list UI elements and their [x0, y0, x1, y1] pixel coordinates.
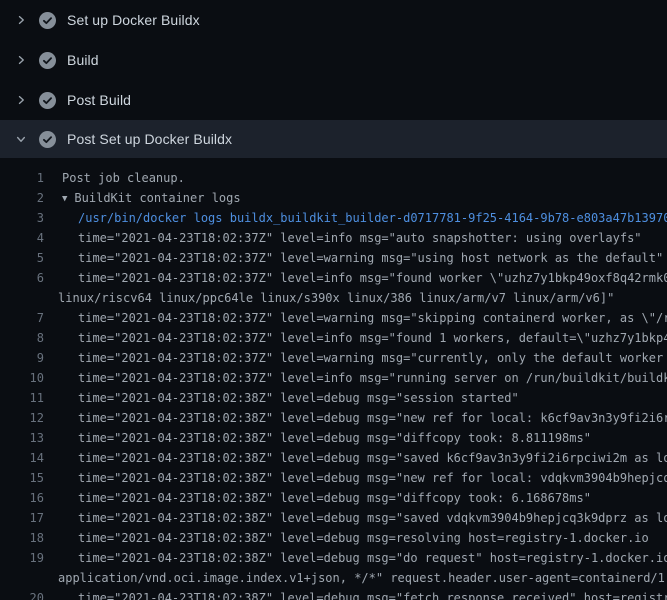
log-text: Post job cleanup. [44, 168, 667, 188]
workflow-logs-panel: Set up Docker Buildx Build P [0, 0, 667, 600]
log-line: 20 time="2021-04-23T18:02:38Z" level=deb… [0, 588, 667, 600]
log-line: 6 time="2021-04-23T18:02:37Z" level=info… [0, 268, 667, 288]
log-line: 12 time="2021-04-23T18:02:38Z" level=deb… [0, 408, 667, 428]
log-line: 19 time="2021-04-23T18:02:38Z" level=deb… [0, 548, 667, 568]
line-number[interactable] [0, 568, 44, 588]
log-text: /usr/bin/docker logs buildx_buildkit_bui… [44, 208, 667, 228]
line-number[interactable]: 18 [0, 528, 44, 548]
log-line: 4 time="2021-04-23T18:02:37Z" level=info… [0, 228, 667, 248]
check-circle-icon [39, 92, 56, 109]
log-text: time="2021-04-23T18:02:38Z" level=debug … [44, 508, 667, 528]
log-line: 13 time="2021-04-23T18:02:38Z" level=deb… [0, 428, 667, 448]
log-line: 11 time="2021-04-23T18:02:38Z" level=deb… [0, 388, 667, 408]
log-text: ▼ BuildKit container logs [44, 188, 667, 208]
line-number[interactable]: 11 [0, 388, 44, 408]
chevron-right-icon[interactable] [14, 14, 28, 26]
chevron-right-icon[interactable] [14, 94, 28, 106]
log-line: 14 time="2021-04-23T18:02:38Z" level=deb… [0, 448, 667, 468]
line-number[interactable]: 7 [0, 308, 44, 328]
chevron-down-icon[interactable] [14, 133, 28, 145]
log-line: 16 time="2021-04-23T18:02:38Z" level=deb… [0, 488, 667, 508]
log-text: time="2021-04-23T18:02:37Z" level=warnin… [44, 308, 667, 328]
log-text: time="2021-04-23T18:02:38Z" level=debug … [44, 468, 667, 488]
step-label: Set up Docker Buildx [67, 12, 200, 28]
log-text: linux/riscv64 linux/ppc64le linux/s390x … [44, 288, 667, 308]
line-number[interactable]: 1 [0, 168, 44, 188]
line-number[interactable]: 17 [0, 508, 44, 528]
line-number[interactable]: 10 [0, 368, 44, 388]
log-line: 3 /usr/bin/docker logs buildx_buildkit_b… [0, 208, 667, 228]
log-line: 2 ▼ BuildKit container logs [0, 188, 667, 208]
log-text: time="2021-04-23T18:02:38Z" level=debug … [44, 428, 667, 448]
line-number[interactable]: 5 [0, 248, 44, 268]
log-text: time="2021-04-23T18:02:38Z" level=debug … [44, 488, 667, 508]
line-number[interactable]: 2 [0, 188, 44, 208]
step-label: Build [67, 52, 99, 68]
log-text: time="2021-04-23T18:02:37Z" level=info m… [44, 228, 667, 248]
log-line: 10 time="2021-04-23T18:02:37Z" level=inf… [0, 368, 667, 388]
log-text: application/vnd.oci.image.index.v1+json,… [44, 568, 667, 588]
step-header-build[interactable]: Build [0, 40, 667, 80]
log-text: time="2021-04-23T18:02:37Z" level=warnin… [44, 348, 667, 368]
log-text: time="2021-04-23T18:02:37Z" level=info m… [44, 328, 667, 348]
log-line: 17 time="2021-04-23T18:02:38Z" level=deb… [0, 508, 667, 528]
line-number[interactable]: 6 [0, 268, 44, 288]
chevron-right-icon[interactable] [14, 54, 28, 66]
log-text: time="2021-04-23T18:02:38Z" level=debug … [44, 548, 667, 568]
check-circle-icon [39, 52, 56, 69]
check-circle-icon [39, 131, 56, 148]
log-line: 15 time="2021-04-23T18:02:38Z" level=deb… [0, 468, 667, 488]
log-line: linux/riscv64 linux/ppc64le linux/s390x … [0, 288, 667, 308]
log-text: time="2021-04-23T18:02:37Z" level=warnin… [44, 248, 667, 268]
log-text: time="2021-04-23T18:02:37Z" level=info m… [44, 268, 667, 288]
line-number[interactable]: 3 [0, 208, 44, 228]
log-line: 9 time="2021-04-23T18:02:37Z" level=warn… [0, 348, 667, 368]
line-number[interactable]: 8 [0, 328, 44, 348]
line-number[interactable]: 12 [0, 408, 44, 428]
log-line: 8 time="2021-04-23T18:02:37Z" level=info… [0, 328, 667, 348]
triangle-down-icon[interactable]: ▼ [62, 189, 67, 208]
log-line: application/vnd.oci.image.index.v1+json,… [0, 568, 667, 588]
line-number[interactable]: 16 [0, 488, 44, 508]
log-text: time="2021-04-23T18:02:38Z" level=debug … [44, 448, 667, 468]
line-number[interactable] [0, 288, 44, 308]
log-area: 1 Post job cleanup. 2 ▼ BuildKit containe… [0, 158, 667, 600]
log-line: 5 time="2021-04-23T18:02:37Z" level=warn… [0, 248, 667, 268]
log-line: 7 time="2021-04-23T18:02:37Z" level=warn… [0, 308, 667, 328]
log-text: time="2021-04-23T18:02:37Z" level=info m… [44, 368, 667, 388]
log-text: time="2021-04-23T18:02:38Z" level=debug … [44, 588, 667, 600]
step-header-set-up-docker-buildx[interactable]: Set up Docker Buildx [0, 0, 667, 40]
line-number[interactable]: 4 [0, 228, 44, 248]
line-number[interactable]: 14 [0, 448, 44, 468]
check-circle-icon [39, 12, 56, 29]
log-text: time="2021-04-23T18:02:38Z" level=debug … [44, 528, 667, 548]
log-text: time="2021-04-23T18:02:38Z" level=debug … [44, 388, 667, 408]
line-number[interactable]: 19 [0, 548, 44, 568]
group-label: BuildKit container logs [74, 191, 240, 205]
line-number[interactable]: 9 [0, 348, 44, 368]
log-line: 18 time="2021-04-23T18:02:38Z" level=deb… [0, 528, 667, 548]
step-header-post-build[interactable]: Post Build [0, 80, 667, 120]
line-number[interactable]: 20 [0, 588, 44, 600]
line-number[interactable]: 15 [0, 468, 44, 488]
log-line: 1 Post job cleanup. [0, 168, 667, 188]
steps-list: Set up Docker Buildx Build P [0, 0, 667, 158]
step-label: Post Set up Docker Buildx [67, 131, 232, 147]
line-number[interactable]: 13 [0, 428, 44, 448]
step-header-post-set-up-docker-buildx[interactable]: Post Set up Docker Buildx [0, 120, 667, 158]
log-text: time="2021-04-23T18:02:38Z" level=debug … [44, 408, 667, 428]
step-label: Post Build [67, 92, 131, 108]
